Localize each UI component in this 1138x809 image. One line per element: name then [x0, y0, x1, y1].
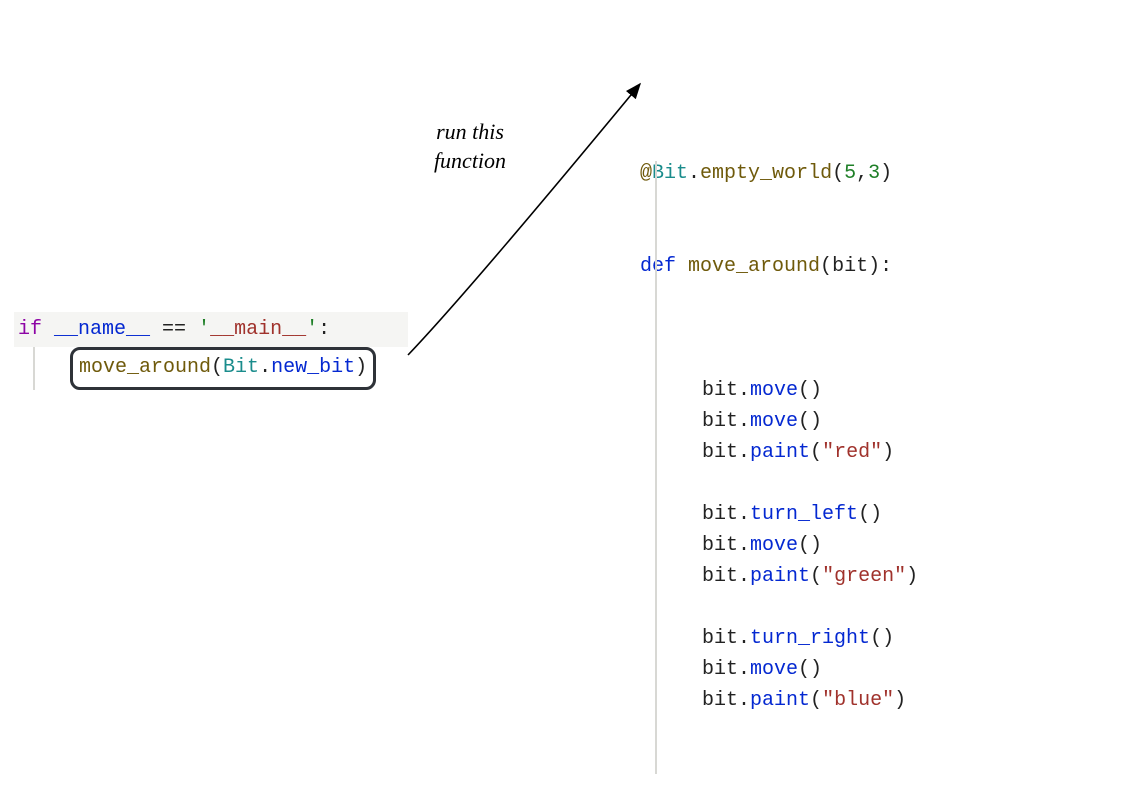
code-token: (: [810, 689, 822, 712]
code-token: bit: [702, 441, 738, 464]
code-token: bit: [702, 503, 738, 526]
fname: move_around: [688, 255, 820, 278]
right-body-line: bit.paint("red"): [640, 437, 918, 468]
annotation-label: run this function: [400, 118, 540, 175]
code-token: (): [858, 503, 882, 526]
right-body-line: bit.turn_right(): [640, 623, 918, 654]
right-line-def: def move_around(bit):: [640, 251, 918, 282]
code-token: bit: [702, 689, 738, 712]
code-token: "blue": [822, 689, 894, 712]
param: bit: [832, 255, 868, 278]
rp1: ): [880, 162, 892, 185]
code-token: (): [798, 658, 822, 681]
code-token: .: [738, 565, 750, 588]
code-token: (): [798, 534, 822, 557]
code-token: .: [738, 627, 750, 650]
code-token: (: [810, 565, 822, 588]
code-token: bit: [702, 565, 738, 588]
left-line-2: move_around(Bit.new_bit): [14, 347, 408, 390]
colon-right: :: [880, 255, 892, 278]
code-token: bit: [702, 410, 738, 433]
code-token: .: [738, 441, 750, 464]
right-body-line: bit.move(): [640, 406, 918, 437]
left-gutter: [33, 347, 35, 390]
code-token: .: [738, 689, 750, 712]
code-token: ): [894, 689, 906, 712]
code-token: .: [738, 379, 750, 402]
code-token: .: [738, 658, 750, 681]
right-code-block: @Bit.empty_world(5,3) def move_around(bi…: [640, 34, 918, 809]
code-token: move: [750, 410, 798, 433]
code-token: (): [798, 379, 822, 402]
code-token: bit: [702, 658, 738, 681]
code-token: turn_right: [750, 627, 870, 650]
highlighted-call: move_around(Bit.new_bit): [70, 347, 376, 390]
lp2: (: [820, 255, 832, 278]
code-token: (: [810, 441, 822, 464]
at-sign: @: [640, 162, 652, 185]
comma: ,: [856, 162, 868, 185]
code-token: (): [798, 410, 822, 433]
left-line-1: if __name__ == '__main__':: [14, 312, 408, 347]
arg1: 5: [844, 162, 856, 185]
right-body-line: bit.turn_left(): [640, 499, 918, 530]
deco-name: empty_world: [700, 162, 832, 185]
lp-left: (: [211, 356, 223, 379]
right-body: bit.move()bit.move()bit.paint("red") bit…: [640, 375, 918, 716]
code-token: .: [738, 503, 750, 526]
right-body-line: bit.move(): [640, 530, 918, 561]
dot1: .: [688, 162, 700, 185]
right-line-deco: @Bit.empty_world(5,3): [640, 158, 918, 189]
code-token: .: [738, 410, 750, 433]
arrow: [0, 0, 1138, 608]
annotation-line1: run this: [436, 119, 504, 144]
colon-left: :: [318, 318, 330, 341]
rp2: ): [868, 255, 880, 278]
code-token: paint: [750, 565, 810, 588]
code-token: bit: [702, 534, 738, 557]
annotation-line2: function: [434, 148, 506, 173]
code-token: move: [750, 534, 798, 557]
call-name: move_around: [79, 356, 211, 379]
right-body-line: bit.move(): [640, 375, 918, 406]
main-str: __main__: [210, 318, 306, 341]
eq: ==: [150, 318, 198, 341]
code-token: paint: [750, 689, 810, 712]
dunder-name: __name__: [54, 318, 150, 341]
cls-bit-right: Bit: [652, 162, 688, 185]
cls-bit-left: Bit: [223, 356, 259, 379]
right-body-line: [640, 468, 918, 499]
left-code-block: if __name__ == '__main__': move_around(B…: [14, 312, 408, 390]
right-body-line: bit.paint("green"): [640, 561, 918, 592]
rp-left: ): [355, 356, 367, 379]
right-gutter: [655, 161, 657, 774]
code-token: move: [750, 658, 798, 681]
code-token: paint: [750, 441, 810, 464]
kw-if: if: [18, 318, 54, 341]
code-token: move: [750, 379, 798, 402]
code-token: ): [906, 565, 918, 588]
right-body-line: bit.paint("blue"): [640, 685, 918, 716]
code-token: .: [738, 534, 750, 557]
arg2: 3: [868, 162, 880, 185]
right-body-line: bit.move(): [640, 654, 918, 685]
q1: ': [198, 318, 210, 341]
kw-def: def: [640, 255, 688, 278]
code-token: bit: [702, 379, 738, 402]
lp1: (: [832, 162, 844, 185]
code-token: (): [870, 627, 894, 650]
code-token: "green": [822, 565, 906, 588]
code-token: "red": [822, 441, 882, 464]
q2: ': [306, 318, 318, 341]
code-token: bit: [702, 627, 738, 650]
dot-left: .: [259, 356, 271, 379]
code-token: ): [882, 441, 894, 464]
attr-newbit: new_bit: [271, 356, 355, 379]
code-token: turn_left: [750, 503, 858, 526]
